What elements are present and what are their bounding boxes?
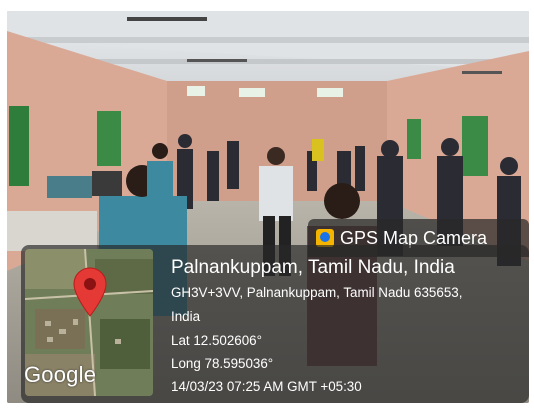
address-line-1: GH3V+3VV, Palnankuppam, Tamil Nadu 63565…: [171, 285, 463, 300]
google-logo: Google: [25, 362, 97, 387]
location-info-panel: Google Palnankuppam, Tamil Nadu, India G…: [21, 245, 529, 403]
address-line-2: India: [171, 309, 201, 324]
timestamp: 14/03/23 07:25 AM GMT +05:30: [171, 379, 362, 394]
place-name: Palnankuppam, Tamil Nadu, India: [171, 257, 455, 278]
map-thumbnail: Google: [25, 249, 153, 396]
longitude: Long 78.595036°: [171, 356, 274, 371]
location-pin-icon: [73, 267, 107, 317]
latitude: Lat 12.502606°: [171, 333, 262, 348]
photo-frame: GPS Map Camera Google Palnankuppam, Tami…: [7, 11, 529, 403]
